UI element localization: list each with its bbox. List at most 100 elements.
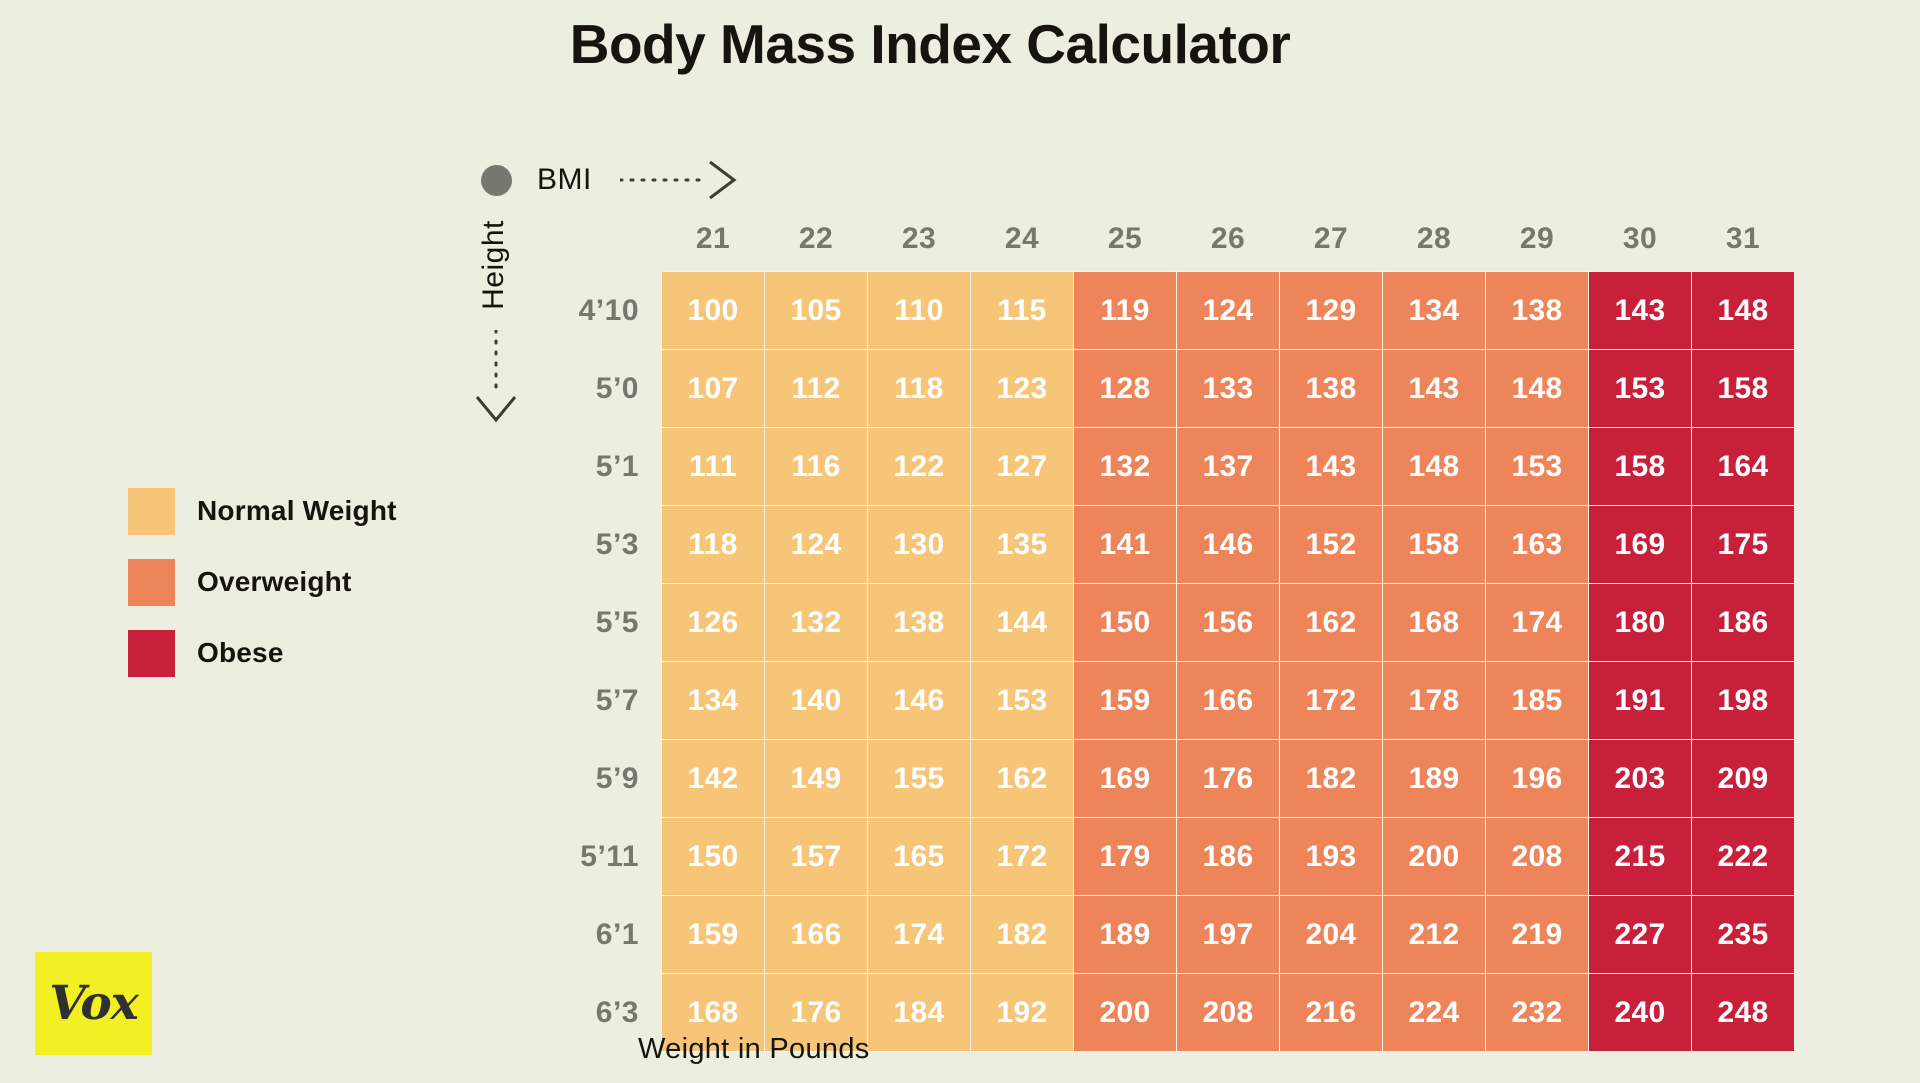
bmi-weight-cell: 163 — [1485, 505, 1589, 584]
vox-logo: Vox — [35, 952, 152, 1055]
bmi-weight-cell: 240 — [1588, 973, 1692, 1052]
bmi-weight-cell: 203 — [1588, 739, 1692, 818]
bmi-weight-cell: 150 — [1073, 583, 1177, 662]
column-header-bmi: 23 — [901, 222, 937, 255]
bmi-weight-cell: 118 — [867, 349, 971, 428]
bmi-weight-cell: 158 — [1691, 349, 1795, 428]
bmi-weight-cell: 100 — [661, 271, 765, 350]
bmi-weight-cell: 148 — [1485, 349, 1589, 428]
table-row: 4’10 100 105 110 115 119 124 129 134 138 143 148 — [534, 271, 1795, 350]
bmi-weight-cell: 222 — [1691, 817, 1795, 896]
column-header-bmi: 26 — [1210, 222, 1246, 255]
bmi-weight-cell: 184 — [867, 973, 971, 1052]
column-header-bmi: 29 — [1519, 222, 1555, 255]
bmi-weight-cell: 157 — [764, 817, 868, 896]
bmi-weight-cell: 227 — [1588, 895, 1692, 974]
legend-item-normal-weight: Normal Weight — [128, 487, 397, 535]
bmi-weight-cell: 132 — [764, 583, 868, 662]
bmi-weight-cell: 159 — [1073, 661, 1177, 740]
bmi-weight-cell: 209 — [1691, 739, 1795, 818]
bmi-weight-cell: 179 — [1073, 817, 1177, 896]
bmi-weight-cell: 148 — [1382, 427, 1486, 506]
page-title: Body Mass Index Calculator — [569, 13, 1291, 75]
bmi-weight-cell: 122 — [867, 427, 971, 506]
bmi-weight-cell: 200 — [1073, 973, 1177, 1052]
column-header-bmi: 24 — [1004, 222, 1040, 255]
bmi-weight-cell: 149 — [764, 739, 868, 818]
row-header-height: 5’5 — [595, 605, 639, 639]
bmi-weight-cell: 172 — [970, 817, 1074, 896]
bmi-weight-cell: 116 — [764, 427, 868, 506]
bmi-weight-cell: 182 — [970, 895, 1074, 974]
bmi-axis-annotation: BMI — [481, 160, 738, 200]
bmi-weight-cell: 137 — [1176, 427, 1280, 506]
bmi-dot-icon — [481, 164, 512, 196]
legend-item-overweight: Overweight — [128, 558, 397, 606]
legend-label-overweight: Overweight — [197, 566, 352, 597]
bmi-weight-cell: 197 — [1176, 895, 1280, 974]
bmi-weight-cell: 224 — [1382, 973, 1486, 1052]
bmi-weight-cell: 193 — [1279, 817, 1383, 896]
table-row: 5’11 150 157 165 172 179 186 193 200 208 215 222 — [534, 817, 1795, 896]
bmi-weight-cell: 153 — [970, 661, 1074, 740]
height-axis-label: Height — [477, 220, 510, 310]
bmi-weight-cell: 132 — [1073, 427, 1177, 506]
table-row: 5’1 111 116 122 127 132 137 143 148 153 158 164 — [534, 427, 1795, 506]
bmi-weight-cell: 169 — [1588, 505, 1692, 584]
row-header-height: 5’7 — [595, 683, 639, 717]
bmi-axis-label: BMI — [537, 163, 592, 196]
bmi-weight-cell: 166 — [1176, 661, 1280, 740]
bmi-weight-cell: 134 — [661, 661, 765, 740]
bmi-weight-cell: 148 — [1691, 271, 1795, 350]
bmi-weight-cell: 146 — [1176, 505, 1280, 584]
bmi-weight-cell: 182 — [1279, 739, 1383, 818]
bmi-weight-cell: 111 — [661, 427, 765, 506]
column-header-bmi: 27 — [1313, 222, 1349, 255]
bmi-weight-cell: 129 — [1279, 271, 1383, 350]
table-row: 5’0 107 112 118 123 128 133 138 143 148 153 158 — [534, 349, 1795, 428]
bmi-weight-cell: 127 — [970, 427, 1074, 506]
bmi-weight-cell: 192 — [970, 973, 1074, 1052]
bmi-weight-cell: 143 — [1279, 427, 1383, 506]
bmi-weight-cell: 248 — [1691, 973, 1795, 1052]
bmi-weight-cell: 155 — [867, 739, 971, 818]
bmi-weight-cell: 107 — [661, 349, 765, 428]
column-header-bmi: 28 — [1416, 222, 1452, 255]
column-header-bmi: 21 — [695, 222, 731, 255]
bmi-weight-cell: 208 — [1485, 817, 1589, 896]
bmi-weight-cell: 130 — [867, 505, 971, 584]
bmi-weight-cell: 124 — [1176, 271, 1280, 350]
bmi-weight-cell: 208 — [1176, 973, 1280, 1052]
bmi-weight-cell: 200 — [1382, 817, 1486, 896]
table-corner-cell — [534, 222, 662, 272]
row-header-height: 5’9 — [595, 761, 639, 795]
height-axis-annotation: Height — [470, 212, 520, 422]
bmi-weight-cell: 138 — [1485, 271, 1589, 350]
height-arrow-down-icon — [475, 330, 517, 422]
bmi-weight-cell: 156 — [1176, 583, 1280, 662]
bmi-weight-cell: 141 — [1073, 505, 1177, 584]
bmi-weight-cell: 128 — [1073, 349, 1177, 428]
bmi-weight-cell: 176 — [1176, 739, 1280, 818]
bmi-weight-cell: 153 — [1588, 349, 1692, 428]
column-header-bmi: 31 — [1725, 222, 1761, 255]
bmi-weight-cell: 216 — [1279, 973, 1383, 1052]
bmi-weight-cell: 126 — [661, 583, 765, 662]
bmi-weight-cell: 168 — [1382, 583, 1486, 662]
bmi-weight-cell: 153 — [1485, 427, 1589, 506]
row-header-height: 6’1 — [595, 917, 639, 951]
bmi-weight-cell: 174 — [1485, 583, 1589, 662]
legend-label-normal-weight: Normal Weight — [197, 495, 397, 526]
bmi-table: 21 22 23 24 25 26 27 28 29 30 31 4’10 100 105 110 115 1… — [534, 222, 1795, 1052]
bmi-weight-cell: 118 — [661, 505, 765, 584]
bmi-matrix: 21 22 23 24 25 26 27 28 29 30 31 4’10 100 105 110 115 1… — [534, 222, 1795, 1052]
bmi-weight-cell: 185 — [1485, 661, 1589, 740]
table-row: 5’5 126 132 138 144 150 156 162 168 174 180 186 — [534, 583, 1795, 662]
row-header-height: 5’1 — [595, 449, 639, 483]
bmi-weight-cell: 186 — [1176, 817, 1280, 896]
bmi-weight-cell: 134 — [1382, 271, 1486, 350]
bmi-weight-cell: 119 — [1073, 271, 1177, 350]
bmi-weight-cell: 158 — [1588, 427, 1692, 506]
bmi-weight-cell: 143 — [1382, 349, 1486, 428]
bmi-weight-cell: 105 — [764, 271, 868, 350]
